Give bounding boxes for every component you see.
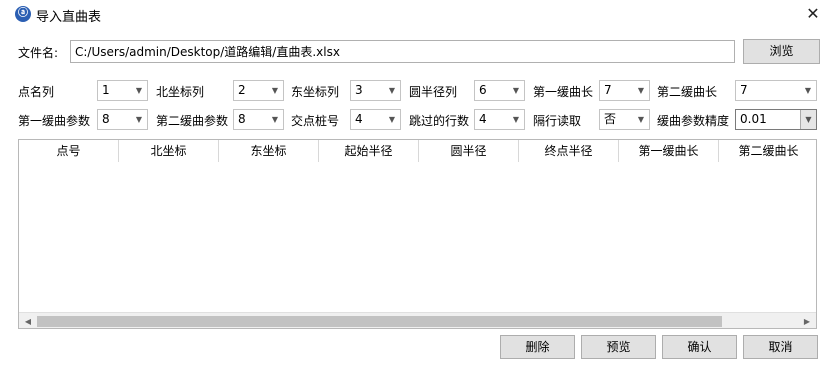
title-bar: ⓐ 导入直曲表 ✕: [0, 0, 829, 30]
first-spiral-param-value: 8: [102, 112, 110, 126]
cancel-button[interactable]: 取消: [743, 335, 818, 359]
delete-button[interactable]: 删除: [500, 335, 575, 359]
circle-radius-column-label: 圆半径列: [409, 85, 458, 99]
close-icon[interactable]: ✕: [800, 2, 826, 26]
skip-rows-select[interactable]: 4 ▼: [474, 109, 525, 130]
north-coord-column-select[interactable]: 2 ▼: [233, 80, 284, 101]
point-name-column-value: 1: [102, 83, 110, 97]
chevron-down-icon: ▼: [512, 115, 520, 124]
column-header-second-spiral[interactable]: 第二缓曲长: [719, 140, 816, 162]
column-header-point-no[interactable]: 点号: [19, 140, 119, 162]
curve-table[interactable]: 点号 北坐标 东坐标 起始半径 圆半径 终点半径 第一缓曲长 第二缓曲长 ◀ ▶: [18, 139, 817, 329]
skip-rows-label: 跳过的行数: [409, 114, 470, 128]
confirm-button[interactable]: 确认: [662, 335, 737, 359]
chevron-down-icon: ▼: [800, 110, 816, 129]
scrollbar-thumb[interactable]: [37, 316, 722, 327]
first-spiral-length-value: 7: [604, 83, 612, 97]
chevron-down-icon: ▼: [637, 86, 645, 95]
point-name-column-label: 点名列: [18, 85, 55, 99]
alternate-row-read-label: 隔行读取: [533, 114, 582, 128]
column-header-circle-radius[interactable]: 圆半径: [419, 140, 519, 162]
north-coord-column-value: 2: [238, 83, 246, 97]
chevron-down-icon: ▼: [512, 86, 520, 95]
column-header-start-radius[interactable]: 起始半径: [319, 140, 419, 162]
intersection-station-select[interactable]: 4 ▼: [350, 109, 401, 130]
spiral-param-precision-value: 0.01: [740, 112, 767, 126]
second-spiral-length-select[interactable]: 7 ▼: [735, 80, 817, 101]
second-spiral-param-select[interactable]: 8 ▼: [233, 109, 284, 130]
column-header-end-radius[interactable]: 终点半径: [519, 140, 619, 162]
first-spiral-length-select[interactable]: 7 ▼: [599, 80, 650, 101]
east-coord-column-select[interactable]: 3 ▼: [350, 80, 401, 101]
first-spiral-length-label: 第一缓曲长: [533, 85, 594, 99]
browse-button[interactable]: 浏览: [743, 39, 820, 64]
second-spiral-length-value: 7: [740, 83, 748, 97]
app-icon: ⓐ: [15, 6, 31, 22]
alternate-row-read-select[interactable]: 否 ▼: [599, 109, 650, 130]
file-path-input[interactable]: [70, 40, 735, 63]
spiral-param-precision-label: 缓曲参数精度: [657, 114, 730, 128]
skip-rows-value: 4: [479, 112, 487, 126]
chevron-down-icon: ▼: [271, 86, 279, 95]
scroll-right-icon[interactable]: ▶: [800, 313, 814, 328]
east-coord-column-value: 3: [355, 83, 363, 97]
table-header: 点号 北坐标 东坐标 起始半径 圆半径 终点半径 第一缓曲长 第二缓曲长: [19, 140, 816, 162]
first-spiral-param-label: 第一缓曲参数: [18, 114, 91, 128]
circle-radius-column-value: 6: [479, 83, 487, 97]
column-header-east[interactable]: 东坐标: [219, 140, 319, 162]
second-spiral-param-value: 8: [238, 112, 246, 126]
intersection-station-label: 交点桩号: [291, 114, 340, 128]
second-spiral-length-label: 第二缓曲长: [657, 85, 718, 99]
first-spiral-param-select[interactable]: 8 ▼: [97, 109, 148, 130]
alternate-row-read-value: 否: [604, 112, 617, 126]
spiral-param-precision-select[interactable]: 0.01 ▼: [735, 109, 817, 130]
chevron-down-icon: ▼: [637, 115, 645, 124]
chevron-down-icon: ▼: [271, 115, 279, 124]
chevron-down-icon: ▼: [388, 86, 396, 95]
window-title: 导入直曲表: [36, 10, 102, 25]
chevron-down-icon: ▼: [804, 86, 812, 95]
file-name-label: 文件名:: [18, 46, 59, 60]
east-coord-column-label: 东坐标列: [291, 85, 340, 99]
north-coord-column-label: 北坐标列: [156, 85, 205, 99]
circle-radius-column-select[interactable]: 6 ▼: [474, 80, 525, 101]
chevron-down-icon: ▼: [135, 115, 143, 124]
scroll-left-icon[interactable]: ◀: [21, 313, 35, 328]
chevron-down-icon: ▼: [388, 115, 396, 124]
point-name-column-select[interactable]: 1 ▼: [97, 80, 148, 101]
column-header-north[interactable]: 北坐标: [119, 140, 219, 162]
preview-button[interactable]: 预览: [581, 335, 656, 359]
column-header-first-spiral[interactable]: 第一缓曲长: [619, 140, 719, 162]
horizontal-scrollbar[interactable]: ◀ ▶: [19, 312, 816, 328]
chevron-down-icon: ▼: [135, 86, 143, 95]
second-spiral-param-label: 第二缓曲参数: [156, 114, 229, 128]
intersection-station-value: 4: [355, 112, 363, 126]
